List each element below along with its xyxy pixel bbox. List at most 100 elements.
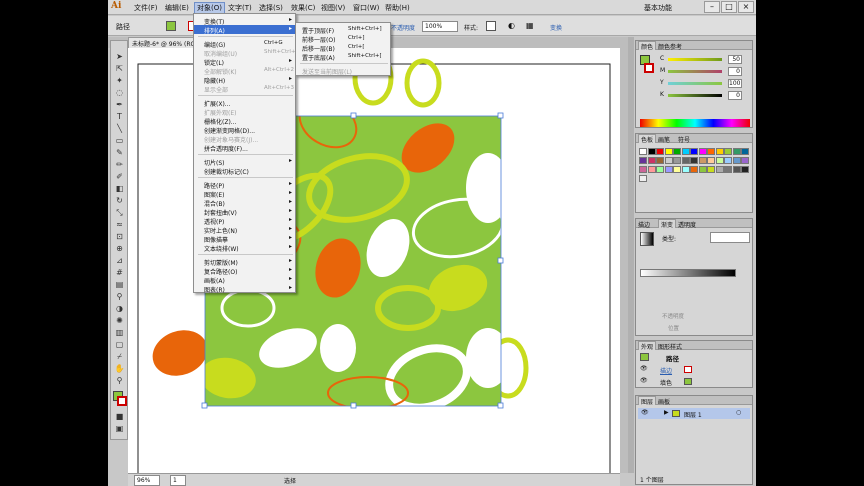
fill-swatch[interactable]: [166, 21, 176, 31]
object-menu-item[interactable]: 拼合透明度(F)...: [194, 143, 295, 153]
menu-view[interactable]: 视图(V): [321, 3, 345, 13]
artboard-number-field[interactable]: 1: [170, 475, 186, 486]
arrange-menu-item[interactable]: 置于顶层(F) Shift+Ctrl+]: [296, 25, 390, 35]
layer-name[interactable]: 图层 1: [684, 410, 702, 419]
zoom-tool-icon[interactable]: ⚲: [113, 375, 126, 386]
color-swatch[interactable]: [690, 148, 698, 155]
color-swatch[interactable]: [656, 166, 664, 173]
color-swatch[interactable]: [715, 166, 724, 173]
color-swatch[interactable]: [732, 157, 741, 164]
object-menu-item[interactable]: 画板(A) ▸: [194, 275, 295, 285]
layer-target-icon[interactable]: ○: [736, 409, 741, 416]
column-graph-tool-icon[interactable]: ▥: [113, 327, 126, 338]
object-menu-item[interactable]: 剪切蒙版(M) ▸: [194, 257, 295, 267]
slice-tool-icon[interactable]: ⌿: [113, 351, 126, 362]
eraser-tool-icon[interactable]: ◧: [113, 183, 126, 194]
scale-tool-icon[interactable]: ⤡: [113, 207, 126, 218]
object-menu-item[interactable]: 封套扭曲(V) ▸: [194, 207, 295, 217]
appearance-eye-icon[interactable]: 👁: [640, 365, 648, 372]
menu-select[interactable]: 选择(S): [259, 3, 283, 13]
tab-brushes[interactable]: 画笔: [658, 135, 670, 144]
color-swatch[interactable]: [707, 157, 715, 164]
tab-gradient[interactable]: 渐变: [658, 219, 677, 229]
mesh-tool-icon[interactable]: #: [113, 267, 126, 278]
color-swatch[interactable]: [639, 148, 647, 155]
object-menu-item[interactable]: 锁定(L) ▸: [194, 57, 295, 67]
color-swatch[interactable]: [724, 157, 732, 164]
layer-visibility-eye-icon[interactable]: 👁: [641, 409, 649, 416]
object-menu-item[interactable]: 创建渐变网格(D)...: [194, 125, 295, 135]
tab-color[interactable]: 颜色: [638, 41, 657, 51]
color-swatch[interactable]: [639, 175, 647, 182]
color-swatch[interactable]: [656, 148, 664, 155]
color-swatch[interactable]: [681, 148, 690, 155]
tab-transparency[interactable]: 透明度: [678, 220, 696, 229]
type-tool-icon[interactable]: T: [113, 111, 126, 122]
color-channel-slider[interactable]: [668, 94, 722, 97]
object-menu-item[interactable]: 编组(G) Ctrl+G: [194, 39, 295, 49]
color-swatch[interactable]: [741, 148, 749, 155]
color-swatch[interactable]: [732, 166, 741, 173]
perspective-grid-tool-icon[interactable]: ⊿: [113, 255, 126, 266]
arrange-menu-item[interactable]: 后移一层(B) Ctrl+[: [296, 43, 390, 53]
color-channel-value[interactable]: 100: [728, 79, 742, 88]
color-swatch[interactable]: [715, 148, 724, 155]
object-menu-item[interactable]: 切片(S) ▸: [194, 157, 295, 167]
tab-appearance[interactable]: 外观: [638, 341, 657, 351]
symbol-sprayer-tool-icon[interactable]: ✺: [113, 315, 126, 326]
tab-swatches[interactable]: 色板: [638, 134, 657, 144]
color-swatch[interactable]: [690, 157, 698, 164]
panel-stroke-swatch[interactable]: [644, 63, 654, 73]
color-swatch[interactable]: [724, 166, 732, 173]
color-swatch[interactable]: [698, 157, 707, 164]
artboard-tool-icon[interactable]: ▢: [113, 339, 126, 350]
arrange-menu-item[interactable]: 前移一层(O) Ctrl+]: [296, 34, 390, 44]
object-menu-item[interactable]: 栅格化(Z)...: [194, 116, 295, 126]
object-menu-item[interactable]: 透视(P) ▸: [194, 216, 295, 226]
color-swatch[interactable]: [647, 166, 656, 173]
tab-layers[interactable]: 图层: [638, 396, 657, 406]
color-spectrum-bar[interactable]: [640, 119, 750, 127]
menu-type[interactable]: 文字(T): [228, 3, 252, 13]
line-tool-icon[interactable]: ╲: [113, 123, 126, 134]
color-swatch[interactable]: [639, 157, 647, 164]
object-menu-item[interactable]: 创建裁切标记(C): [194, 166, 295, 176]
align-icon[interactable]: ▦: [526, 21, 534, 30]
menu-edit[interactable]: 编辑(E): [165, 3, 189, 13]
gradient-preview-swatch[interactable]: [640, 232, 654, 246]
gradient-tool-icon[interactable]: ▤: [113, 279, 126, 290]
pencil-tool-icon[interactable]: ✏: [113, 159, 126, 170]
object-menu-item[interactable]: 排列(A) ▸: [194, 25, 295, 35]
menu-window[interactable]: 窗口(W): [353, 3, 379, 13]
gradient-slider[interactable]: [640, 269, 736, 277]
object-menu-item[interactable]: 图像描摹 ▸: [194, 234, 295, 244]
shape-builder-tool-icon[interactable]: ⊕: [113, 243, 126, 254]
close-icon[interactable]: ×: [738, 1, 754, 13]
layer-row[interactable]: 👁 ▶ 图层 1 ○: [638, 408, 750, 419]
color-swatch[interactable]: [681, 157, 690, 164]
color-swatch[interactable]: [707, 148, 715, 155]
tab-graphic-styles[interactable]: 图形样式: [658, 342, 682, 351]
layer-expand-chevron-icon[interactable]: ▶: [664, 409, 669, 416]
color-swatch[interactable]: [664, 148, 673, 155]
tab-artboards[interactable]: 画板: [658, 397, 670, 406]
color-swatch[interactable]: [707, 166, 715, 173]
color-swatch[interactable]: [698, 148, 707, 155]
workspace-switcher[interactable]: 基本功能: [644, 3, 672, 13]
eyedropper-tool-icon[interactable]: ⚲: [113, 291, 126, 302]
opacity-field[interactable]: 100%: [422, 21, 458, 32]
object-menu-item[interactable]: 扩展(X)...: [194, 98, 295, 108]
object-menu-item[interactable]: 隐藏(H) ▸: [194, 75, 295, 85]
color-swatch[interactable]: [715, 157, 724, 164]
color-swatch[interactable]: [673, 166, 681, 173]
object-menu-item[interactable]: 文本绕排(W) ▸: [194, 243, 295, 253]
color-channel-value[interactable]: 50: [728, 55, 742, 64]
object-menu-item[interactable]: 混合(B) ▸: [194, 198, 295, 208]
color-swatch[interactable]: [673, 148, 681, 155]
color-swatch[interactable]: [681, 166, 690, 173]
tab-stroke[interactable]: 描边: [638, 220, 650, 229]
color-swatch[interactable]: [690, 166, 698, 173]
object-menu-item[interactable]: 变换(T) ▸: [194, 16, 295, 26]
appearance-fill-swatch[interactable]: [684, 378, 692, 385]
lasso-tool-icon[interactable]: ◌: [113, 87, 126, 98]
